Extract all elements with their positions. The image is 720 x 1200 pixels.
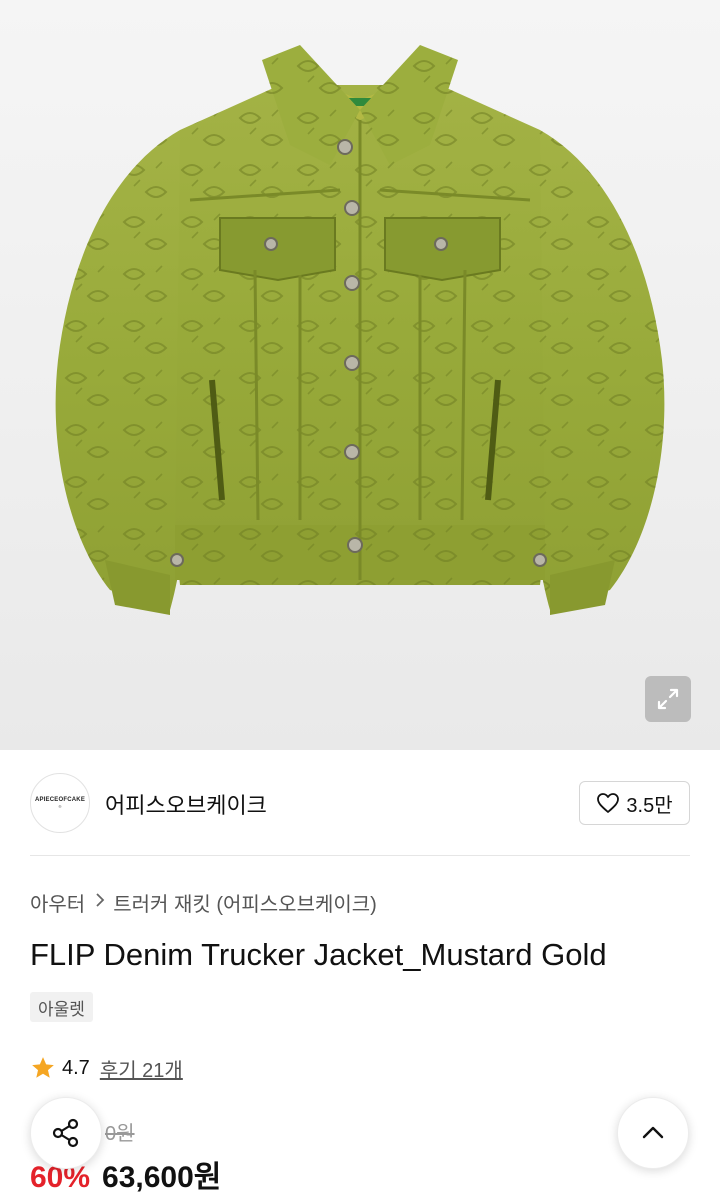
sale-price: 63,600원 — [102, 1161, 222, 1194]
product-image-gallery[interactable] — [0, 0, 720, 750]
star-icon — [32, 1057, 54, 1078]
chevron-up-icon — [642, 1126, 664, 1139]
brand-row: APIECEOFCAKE ® 어피스오브케이크 3.5만 — [30, 773, 690, 833]
outlet-tag: 아울렛 — [30, 992, 93, 1022]
original-price: 0원 — [105, 1123, 135, 1145]
product-title: FLIP Denim Trucker Jacket_Mustard Gold — [30, 937, 607, 972]
expand-image-button[interactable] — [645, 676, 691, 722]
rating-value: 4.7 — [62, 1056, 90, 1079]
expand-icon — [657, 688, 679, 710]
share-button[interactable] — [30, 1097, 102, 1169]
like-count: 3.5만 — [626, 794, 673, 817]
rating-row: 4.7 후기 21개 — [30, 1052, 183, 1084]
heart-outline-icon — [597, 793, 620, 813]
brand-logo-text: APIECEOFCAKE — [34, 797, 86, 803]
chevron-right-icon — [95, 892, 105, 913]
breadcrumb-subcategory[interactable]: 트러커 재킷 (어피스오브케이크) — [113, 888, 377, 917]
like-button[interactable]: 3.5만 — [579, 781, 690, 825]
breadcrumb-category[interactable]: 아우터 — [30, 888, 85, 917]
brand-name-link[interactable]: 어피스오브케이크 — [105, 788, 267, 820]
share-icon — [52, 1118, 79, 1148]
divider — [30, 855, 690, 856]
jacket-image — [55, 45, 665, 615]
brand-logo-sub: ® — [58, 804, 62, 809]
brand-logo[interactable]: APIECEOFCAKE ® — [30, 773, 90, 833]
scroll-to-top-button[interactable] — [617, 1097, 689, 1169]
review-count-link[interactable]: 후기 21개 — [100, 1054, 183, 1083]
breadcrumb: 아우터 트러커 재킷 (어피스오브케이크) — [30, 888, 377, 917]
